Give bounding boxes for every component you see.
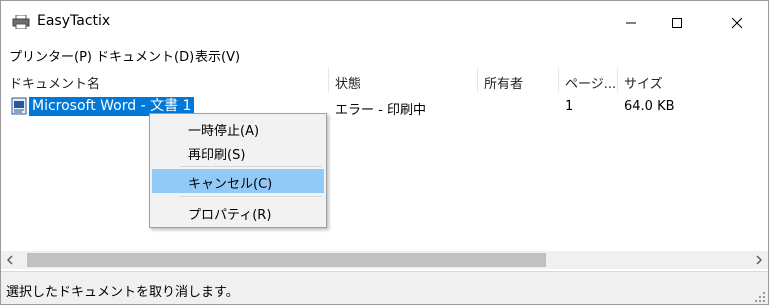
context-menu-label: 一時停止(A) — [188, 124, 260, 139]
maximize-button[interactable] — [654, 1, 700, 45]
context-menu-label: プロパティ(R) — [188, 208, 272, 223]
column-header-owner[interactable]: 所有者 — [484, 73, 523, 92]
scroll-left-button[interactable] — [1, 251, 19, 269]
context-menu-cancel[interactable]: キャンセル(C) — [152, 169, 324, 193]
menu-bar: プリンター(P) ドキュメント(D) 表示(V) — [1, 45, 768, 67]
size-grip-icon[interactable] — [754, 291, 766, 303]
context-menu-restart[interactable]: 再印刷(S) — [152, 140, 324, 164]
scroll-right-button[interactable] — [750, 251, 768, 269]
pages-cell: 1 — [565, 99, 574, 114]
list-header: ドキュメント名 状態 所有者 ページ... サイズ — [1, 68, 768, 92]
status-bar: 選択したドキュメントを取り消します。 — [1, 271, 768, 304]
print-queue-window: EasyTactix プリンター(P) ドキュメント(D) 表示(V) ドキュメ… — [0, 0, 769, 305]
status-cell: エラー - 印刷中 — [335, 103, 426, 118]
column-divider[interactable] — [558, 68, 559, 92]
title-bar[interactable]: EasyTactix — [1, 1, 768, 45]
column-divider[interactable] — [477, 68, 478, 92]
context-menu-pause[interactable]: 一時停止(A) — [152, 116, 324, 140]
scroll-left-icon — [7, 255, 13, 265]
context-menu-label: キャンセル(C) — [188, 177, 273, 192]
context-menu-properties[interactable]: プロパティ(R) — [152, 200, 324, 224]
column-header-document-name[interactable]: ドキュメント名 — [9, 73, 100, 92]
column-divider[interactable] — [617, 68, 618, 92]
status-text: 選択したドキュメントを取り消します。 — [6, 285, 239, 300]
maximize-icon — [672, 18, 682, 28]
menu-printer[interactable]: プリンター(P) — [7, 46, 94, 65]
table-row[interactable]: Microsoft Word - 文書 1 エラー - 印刷中 1 64.0 K… — [1, 96, 768, 118]
context-menu: 一時停止(A) 再印刷(S) キャンセル(C) プロパティ(R) — [149, 113, 327, 228]
scroll-right-icon — [756, 255, 762, 265]
size-cell: 64.0 KB — [624, 99, 675, 114]
menu-document[interactable]: ドキュメント(D) — [94, 46, 196, 65]
minimize-icon — [626, 22, 636, 24]
column-header-status[interactable]: 状態 — [335, 73, 361, 92]
column-header-pages[interactable]: ページ... — [565, 73, 616, 92]
word-document-icon — [11, 97, 27, 115]
window-title: EasyTactix — [37, 13, 111, 29]
context-menu-label: 再印刷(S) — [188, 148, 246, 163]
printer-icon — [12, 15, 30, 29]
menu-separator — [180, 166, 322, 167]
menu-separator — [180, 196, 322, 197]
scrollbar-thumb[interactable] — [27, 253, 546, 267]
column-header-size[interactable]: サイズ — [624, 73, 663, 92]
horizontal-scrollbar[interactable] — [1, 251, 768, 269]
close-icon — [731, 17, 743, 29]
minimize-button[interactable] — [608, 1, 654, 45]
menu-view[interactable]: 表示(V) — [193, 46, 242, 65]
close-button[interactable] — [714, 1, 760, 45]
column-divider[interactable] — [328, 68, 329, 92]
